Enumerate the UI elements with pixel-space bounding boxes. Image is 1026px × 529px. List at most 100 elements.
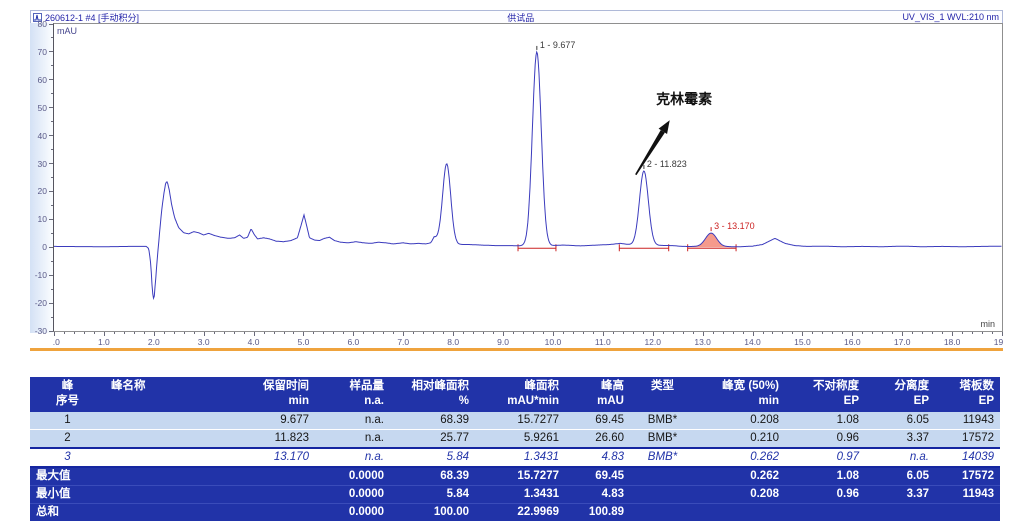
x-axis-tick [663,332,664,334]
x-axis-tick [553,332,554,336]
peak-label: 2 - 11.823 [647,159,687,169]
y-tick-label: 40 [31,131,47,141]
x-tick-label: 0.0 [53,337,69,347]
x-tick-label: 4.0 [239,337,269,347]
x-axis-tick [293,332,294,334]
x-axis: 0.01.02.03.04.05.06.07.08.09.010.011.012… [53,332,1003,348]
x-axis-tick [992,332,993,334]
x-axis-highlight-bar [30,348,1003,351]
summary-cell: 100.89 [565,504,630,522]
y-tick-label: 80 [31,19,47,29]
column-label: 不对称度 [791,379,859,394]
x-axis-unit-label: min [980,319,995,329]
x-axis-tick [284,332,285,334]
column-header: 保留时间min [220,377,315,412]
column-header: 分离度EP [865,377,935,412]
peak-cell: 0.96 [785,430,865,449]
peak-row[interactable]: 211.823n.a.25.775.926126.60BMB*0.2100.96… [30,430,1000,449]
x-axis-tick [184,332,185,334]
x-axis-tick [523,332,524,334]
x-axis-tick [503,332,504,336]
x-axis-tick [892,332,893,334]
peak-cell: 26.60 [565,430,630,449]
x-tick-label: 14.0 [738,337,768,347]
x-axis-tick [703,332,704,336]
x-axis-tick [443,332,444,334]
y-axis-unit-label: mAU [57,26,77,36]
x-axis-tick [743,332,744,334]
x-tick-label: 12.0 [638,337,668,347]
column-header: 峰序号 [30,377,105,412]
peak-cell: 3.37 [865,430,935,449]
x-axis-tick [593,332,594,334]
summary-cell: 11943 [935,486,1000,504]
x-axis-tick [104,332,105,336]
column-label: 峰面积 [481,379,559,394]
peak-cell: 4.83 [565,448,630,467]
x-axis-tick [363,332,364,334]
summary-cell: 0.0000 [315,467,390,486]
x-axis-tick [972,332,973,334]
x-axis-tick [74,332,75,334]
x-tick-label: 9.0 [488,337,518,347]
summary-cell [630,467,695,486]
x-tick-label: 11.0 [588,337,618,347]
x-axis-tick [872,332,873,334]
x-axis-tick [453,332,454,336]
x-axis-tick [733,332,734,334]
plot-area[interactable]: 1 - 9.6772 - 11.8233 - 13.170克林霉素 mAU mi… [53,23,1003,332]
x-axis-tick [393,332,394,334]
summary-label: 最小值 [30,486,315,504]
column-unit: min [226,394,309,409]
peak-cell: n.a. [865,448,935,467]
peak-label: 1 - 9.677 [540,40,576,50]
x-axis-tick [234,332,235,334]
column-label: 相对峰面积 [396,379,469,394]
x-axis-tick [463,332,464,334]
summary-cell [695,504,785,522]
peak-label: 3 - 13.170 [714,221,755,231]
peak-cell: 9.677 [220,412,315,430]
peak-cell: 25.77 [390,430,475,449]
summary-cell: 68.39 [390,467,475,486]
peak-row[interactable]: 19.677n.a.68.3915.727769.45BMB*0.2081.08… [30,412,1000,430]
column-unit: 序号 [36,394,99,409]
column-label: 峰名称 [111,379,214,394]
summary-cell: 6.05 [865,467,935,486]
x-axis-tick [274,332,275,334]
x-axis-tick [942,332,943,334]
summary-label: 最大值 [30,467,315,486]
x-axis-tick [164,332,165,334]
x-tick-label: 17.0 [887,337,917,347]
x-tick-label: 7.0 [388,337,418,347]
peak-cell: 69.45 [565,412,630,430]
summary-cell: 3.37 [865,486,935,504]
y-tick-label: -30 [31,326,47,336]
chromatogram-svg: 1 - 9.6772 - 11.8233 - 13.170克林霉素 [54,24,1002,331]
peak-cell: 11.823 [220,430,315,449]
peak-row-highlighted[interactable]: 313.170n.a.5.841.34314.83BMB*0.2620.97n.… [30,448,1000,467]
x-axis-tick [802,332,803,336]
x-axis-tick [64,332,65,334]
table-body: 19.677n.a.68.3915.727769.45BMB*0.2081.08… [30,412,1000,521]
summary-label: 总和 [30,504,315,522]
summary-row: 总和0.0000100.0022.9969100.89 [30,504,1000,522]
x-axis-tick [373,332,374,334]
summary-cell: 17572 [935,467,1000,486]
summary-cell [785,504,865,522]
peak-cell: 0.97 [785,448,865,467]
column-unit [111,394,214,409]
peak-cell: BMB* [630,430,695,449]
x-axis-tick [473,332,474,334]
peak-cell: 5.84 [390,448,475,467]
peak-cell: 3 [30,448,105,467]
x-axis-tick [413,332,414,334]
x-axis-tick [224,332,225,334]
chromatography-report: { "chart": { "header_left": "260612-1 #4… [0,0,1026,529]
column-header: 类型 [630,377,695,412]
x-axis-tick [862,332,863,334]
y-tick-label: 30 [31,159,47,169]
x-axis-tick [483,332,484,334]
x-tick-label: 18.0 [937,337,967,347]
x-tick-label: 15.0 [787,337,817,347]
